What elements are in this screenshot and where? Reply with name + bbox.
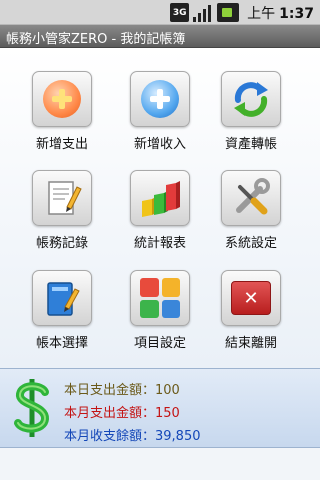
battery-icon	[217, 3, 240, 22]
settings-button[interactable]	[221, 170, 281, 226]
exit-icon: ✕	[231, 281, 271, 315]
transfer-button[interactable]	[221, 71, 281, 127]
menu-add-expense[interactable]: 新增支出	[14, 71, 110, 167]
menu-records[interactable]: 帳務記錄	[14, 170, 110, 266]
tools-icon	[236, 178, 270, 215]
add-income-label: 新增收入	[133, 137, 186, 152]
records-button[interactable]	[32, 170, 92, 226]
categories-button[interactable]	[130, 270, 190, 326]
status-clock: 上午 1:37	[247, 3, 314, 23]
today-expense: 本日支出金額：100	[64, 383, 180, 398]
status-time: 1:37	[279, 5, 314, 22]
menu-reports[interactable]: 統計報表	[112, 170, 208, 266]
title-bar: 帳務小管家ZERO - 我的記帳簿	[0, 25, 320, 48]
transfer-label: 資產轉帳	[224, 137, 277, 152]
reports-button[interactable]	[130, 170, 190, 226]
exit-label: 結束離開	[224, 336, 277, 351]
chart-icon	[142, 181, 180, 217]
add-income-button[interactable]	[130, 71, 190, 127]
main-menu: 新增支出 新增收入 資產轉帳 帳務記錄 統計報表 系統設定 帳本選擇 項目設定 …	[0, 48, 320, 368]
status-ampm: 上午	[247, 5, 276, 22]
book-icon	[47, 282, 80, 316]
month-expense: 本月支出金額：150	[64, 406, 180, 421]
add-expense-button[interactable]	[32, 71, 92, 127]
exit-button[interactable]: ✕	[221, 270, 281, 326]
settings-label: 系統設定	[224, 236, 277, 251]
summary-panel: 本日支出金額：100 本月支出金額：150 本月收支餘額：39,850	[0, 368, 320, 448]
menu-add-income[interactable]: 新增收入	[112, 71, 208, 167]
categories-label: 項目設定	[133, 336, 186, 351]
records-icon	[48, 181, 82, 215]
reports-label: 統計報表	[133, 236, 186, 251]
signal-icon	[193, 3, 213, 22]
status-icons: 3G 上午 1:37	[170, 3, 314, 22]
add-income-icon	[141, 80, 179, 118]
menu-categories[interactable]: 項目設定	[112, 270, 208, 366]
app-title: 帳務小管家ZERO - 我的記帳簿	[6, 32, 186, 47]
network-3g-icon: 3G	[170, 3, 190, 22]
add-expense-icon	[43, 80, 81, 118]
book-select-label: 帳本選擇	[35, 336, 88, 351]
status-bar: 3G 上午 1:37	[0, 0, 320, 25]
book-select-button[interactable]	[32, 270, 92, 326]
add-expense-label: 新增支出	[35, 137, 88, 152]
transfer-icon	[234, 82, 268, 117]
dollar-icon	[14, 379, 49, 437]
category-grid-icon	[140, 278, 180, 318]
menu-book-select[interactable]: 帳本選擇	[14, 270, 110, 366]
menu-exit[interactable]: ✕ 結束離開	[203, 270, 299, 366]
bottom-area	[0, 448, 320, 480]
menu-transfer[interactable]: 資產轉帳	[203, 71, 299, 167]
records-label: 帳務記錄	[35, 236, 88, 251]
menu-settings[interactable]: 系統設定	[203, 170, 299, 266]
month-balance: 本月收支餘額：39,850	[64, 429, 201, 444]
